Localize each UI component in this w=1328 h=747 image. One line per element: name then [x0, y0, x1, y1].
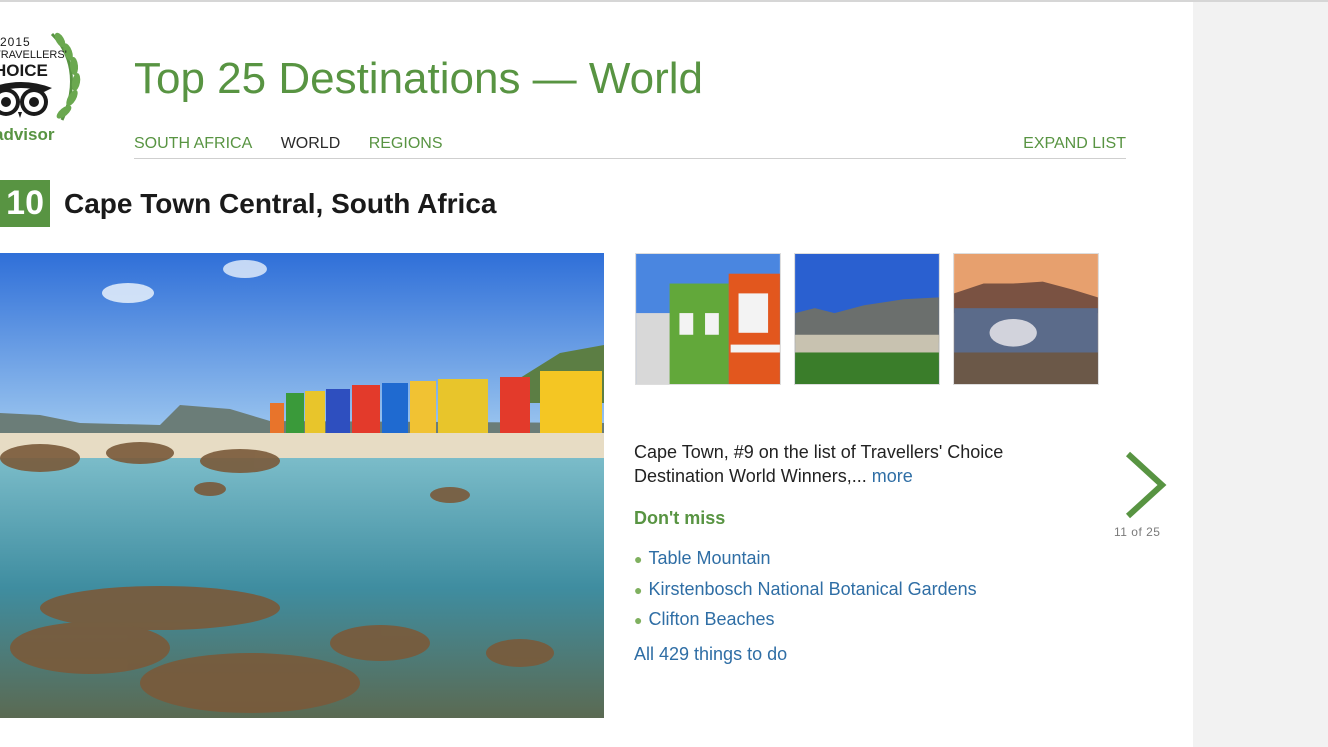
dont-miss-heading: Don't miss [634, 508, 726, 528]
right-side-panel [1193, 2, 1328, 747]
pager-counter: 11 of 25 [1114, 525, 1161, 539]
description-text: Cape Town, #9 on the list of Travellers'… [634, 442, 1004, 486]
destination-title: Cape Town Central, South Africa [64, 188, 497, 219]
attraction-label: Clifton Beaches [648, 609, 775, 629]
rank-badge: 10 [0, 180, 50, 227]
owl-eyes-icon [0, 82, 52, 118]
logo-brand-text: advisor [0, 125, 55, 144]
nav-south-africa[interactable]: SOUTH AFRICA [134, 135, 252, 152]
attraction-link-kirstenbosch[interactable]: ● Kirstenbosch National Botanical Gardens [634, 575, 977, 606]
logo-text-choice: HOICE [0, 61, 48, 80]
nav-divider [134, 158, 1126, 159]
chevron-right-icon[interactable] [1122, 450, 1168, 520]
attraction-label: Kirstenbosch National Botanical Gardens [648, 578, 977, 599]
attraction-link-table-mountain[interactable]: ● Table Mountain [634, 544, 977, 575]
more-link[interactable]: more [872, 466, 913, 486]
expand-list-link[interactable]: EXPAND LIST [1023, 135, 1126, 153]
region-nav: SOUTH AFRICA WORLD REGIONS [134, 135, 467, 153]
hero-image-beach-huts[interactable] [0, 253, 604, 718]
thumbnail-table-mountain[interactable] [794, 253, 940, 385]
bullet-icon: ● [634, 612, 643, 628]
nav-world[interactable]: WORLD [281, 135, 341, 152]
page-title: Top 25 Destinations — World [134, 54, 704, 103]
nav-regions[interactable]: REGIONS [369, 135, 443, 152]
attraction-link-clifton-beaches[interactable]: ● Clifton Beaches [634, 605, 977, 636]
attractions-list: ● Table Mountain ● Kirstenbosch National B… [634, 544, 977, 636]
all-things-to-do-link[interactable]: All 429 things to do [634, 644, 787, 665]
logo-year: 2015 [0, 35, 31, 49]
thumbnail-colorful-houses[interactable] [635, 253, 781, 385]
top-border [0, 0, 1328, 2]
bullet-icon: ● [634, 581, 643, 598]
travellers-choice-logo[interactable]: 2015 TRAVELLERS' HOICE advisor [0, 22, 90, 152]
thumbnail-sunset-waves[interactable] [953, 253, 1099, 385]
logo-text-travellers: TRAVELLERS' [0, 49, 67, 61]
destination-description: Cape Town, #9 on the list of Travellers'… [634, 440, 1084, 488]
bullet-icon: ● [634, 551, 643, 567]
attraction-label: Table Mountain [648, 548, 771, 568]
